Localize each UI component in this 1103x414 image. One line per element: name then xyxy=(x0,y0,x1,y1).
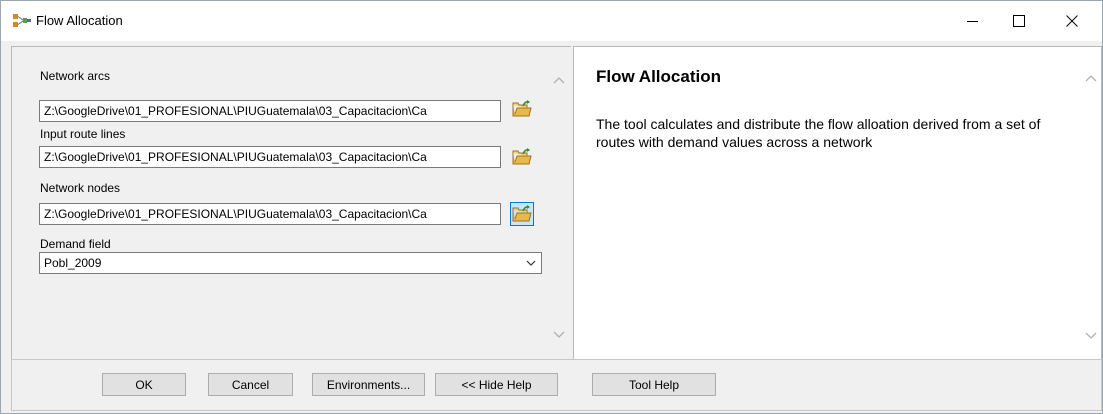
flow-allocation-dialog: Flow Allocation Network arcs Z:\GoogleDr… xyxy=(0,0,1103,414)
close-button[interactable] xyxy=(1050,1,1094,41)
open-folder-icon xyxy=(512,100,532,117)
help-description: The tool calculates and distribute the f… xyxy=(596,116,1041,150)
chevron-up-icon[interactable] xyxy=(553,76,565,84)
network-arcs-browse-button[interactable] xyxy=(510,97,534,121)
parameters-scrollbar[interactable] xyxy=(546,47,570,358)
chevron-down-icon[interactable] xyxy=(1085,332,1097,340)
demand-field-select[interactable]: Pobl_2009 xyxy=(39,252,542,274)
close-icon xyxy=(1066,15,1078,27)
input-route-lines-browse-button[interactable] xyxy=(510,145,534,169)
title-bar: Flow Allocation xyxy=(1,1,1102,41)
minimize-icon xyxy=(967,21,978,22)
network-nodes-browse-button[interactable] xyxy=(510,202,534,226)
network-nodes-label: Network nodes xyxy=(40,181,121,195)
environments-button[interactable]: Environments... xyxy=(312,373,425,396)
cancel-button[interactable]: Cancel xyxy=(208,373,293,396)
hide-help-button[interactable]: << Hide Help xyxy=(435,373,558,396)
chevron-down-icon xyxy=(526,260,536,266)
ok-button[interactable]: OK xyxy=(102,373,186,396)
network-arcs-input[interactable]: Z:\GoogleDrive\01_PROFESIONAL\PIUGuatema… xyxy=(39,100,501,122)
network-arcs-label: Network arcs xyxy=(40,69,111,83)
maximize-button[interactable] xyxy=(997,1,1041,41)
maximize-icon xyxy=(1013,15,1025,27)
parameters-panel: Network arcs Z:\GoogleDrive\01_PROFESION… xyxy=(11,46,571,361)
demand-field-value: Pobl_2009 xyxy=(44,256,102,270)
network-nodes-input[interactable]: Z:\GoogleDrive\01_PROFESIONAL\PIUGuatema… xyxy=(39,203,501,225)
button-bar: OK Cancel Environments... << Hide Help T… xyxy=(11,359,1102,411)
input-route-lines-input[interactable]: Z:\GoogleDrive\01_PROFESIONAL\PIUGuatema… xyxy=(39,146,501,168)
model-tool-icon xyxy=(13,14,31,27)
window-title: Flow Allocation xyxy=(36,13,123,28)
open-folder-icon xyxy=(512,205,532,222)
help-panel: Flow Allocation The tool calculates and … xyxy=(573,46,1102,361)
minimize-button[interactable] xyxy=(951,1,995,41)
help-title: Flow Allocation xyxy=(596,67,721,86)
chevron-up-icon[interactable] xyxy=(1085,74,1097,82)
chevron-down-icon[interactable] xyxy=(553,331,565,339)
input-route-lines-label: Input route lines xyxy=(40,127,126,141)
demand-field-label: Demand field xyxy=(40,237,111,251)
tool-help-button[interactable]: Tool Help xyxy=(592,373,716,396)
open-folder-icon xyxy=(512,148,532,165)
